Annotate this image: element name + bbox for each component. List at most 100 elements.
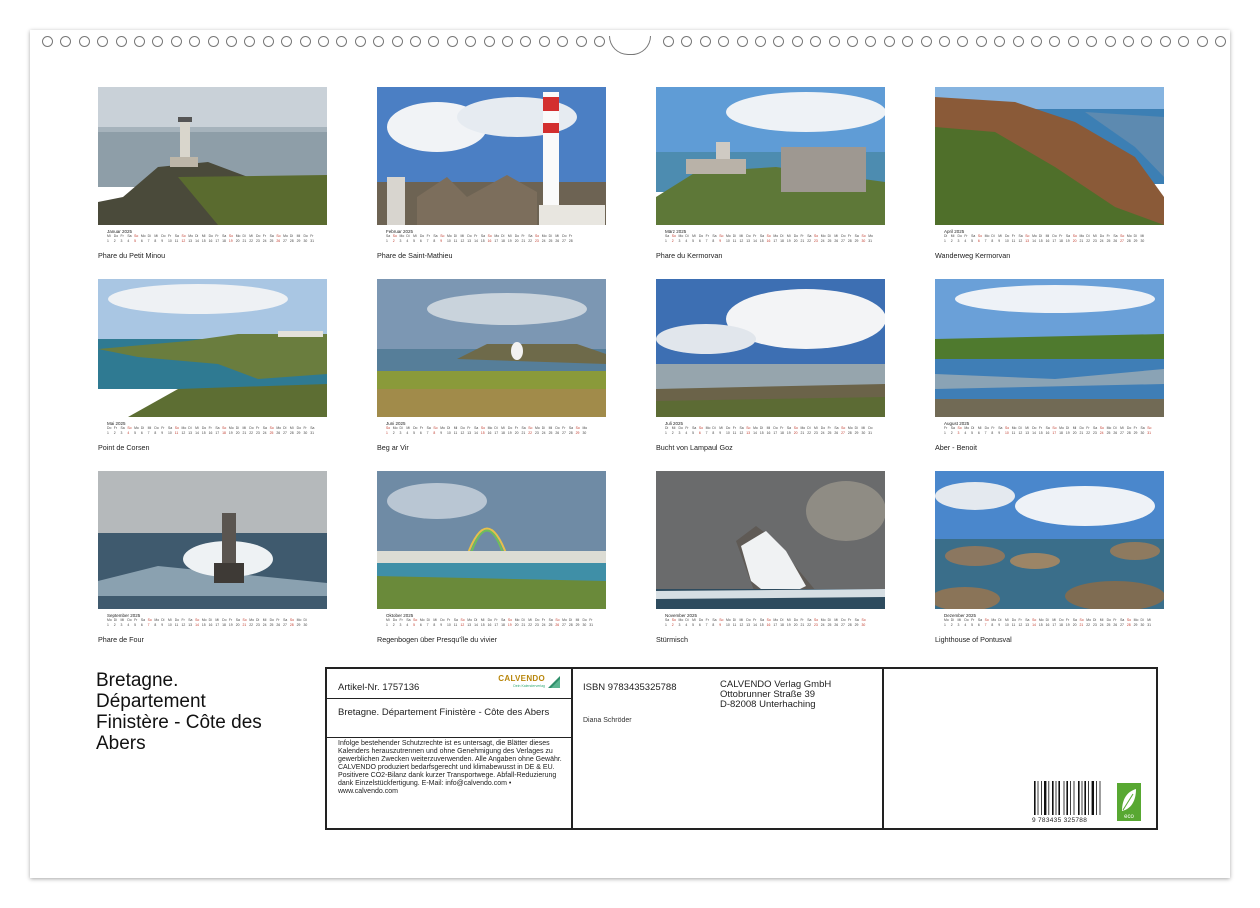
day-number: 26	[834, 239, 839, 243]
weekday-abbr: Mi	[575, 618, 580, 622]
day-number: 10	[725, 623, 730, 627]
weekday-abbr: Sa	[235, 618, 240, 622]
binding-hole	[354, 36, 366, 47]
weekday-abbr: Do	[1099, 234, 1105, 238]
weekday-abbr: Mo	[991, 618, 997, 622]
day-number: 29	[854, 623, 859, 627]
weekday-abbr: So	[746, 426, 751, 430]
day-number: 28	[1126, 431, 1131, 435]
weekday-abbr: Sa	[386, 234, 391, 238]
weekday-row: Di Mi Do Fr Sa So Mo Di Mi Do Fr Sa So Mo Di Mi Do Fr Sa So…	[944, 234, 1154, 238]
day-number: 8	[712, 623, 715, 627]
day-number: 25	[1106, 623, 1111, 627]
weekday-abbr: Mo	[1133, 618, 1139, 622]
weekday-abbr: Di	[1140, 618, 1144, 622]
weekday-abbr: So	[1147, 426, 1152, 430]
day-number: 7	[426, 431, 429, 435]
weekday-abbr: Sa	[167, 426, 173, 430]
day-number: 2	[113, 623, 116, 627]
day-number: 2	[671, 431, 674, 435]
weekday-abbr: Mo	[467, 618, 472, 622]
day-number: 13	[746, 623, 751, 627]
weekday-abbr: Do	[107, 426, 112, 430]
day-number: 8	[991, 239, 994, 243]
weekday-abbr: Fr	[208, 426, 212, 430]
day-number: 30	[582, 431, 587, 435]
binding-holes	[30, 36, 1230, 55]
weekday-abbr: So	[766, 234, 771, 238]
day-number: 3	[957, 623, 960, 627]
day-number: 9	[719, 431, 722, 435]
binding-hole	[957, 36, 969, 47]
weekday-abbr: Mo	[535, 426, 540, 430]
weekday-abbr: Do	[208, 234, 213, 238]
day-number: 27	[562, 623, 566, 627]
weekday-abbr: Fr	[1065, 618, 1070, 622]
day-number: 28	[1126, 239, 1131, 243]
weekday-abbr: Sa	[807, 234, 812, 238]
day-number: 14	[753, 431, 757, 435]
day-number: 10	[167, 623, 172, 627]
day-number: 29	[296, 431, 301, 435]
weekday-abbr: Fr	[161, 426, 165, 430]
weekday-abbr: Sa	[140, 618, 146, 622]
day-number: 6	[698, 623, 701, 627]
binding-hole	[465, 36, 477, 47]
weekday-abbr: Sa	[712, 234, 717, 238]
day-number: 11	[732, 431, 737, 435]
day-number: 20	[514, 431, 519, 435]
day-number: 9	[998, 239, 1001, 243]
day-number: 29	[854, 431, 859, 435]
binding-hole	[410, 36, 421, 47]
weekday-abbr: Mo	[181, 426, 187, 430]
weekday-abbr: Sa	[1065, 234, 1071, 238]
day-number: 6	[698, 239, 701, 243]
day-number: 7	[426, 623, 429, 627]
weekday-abbr: Mo	[188, 234, 193, 238]
weekday-abbr: Mi	[834, 234, 838, 238]
day-number-row: 1 2 3 4 5 6 7 8 9 10 11 12 13 14 15 16 17 18 19 20 21 22 23 24 2…	[665, 239, 875, 243]
day-number: 20	[514, 239, 519, 243]
weekday-abbr: Sa	[854, 234, 859, 238]
photo-caption: Stürmisch	[656, 635, 688, 644]
day-number: 1	[107, 431, 109, 435]
day-number: 8	[154, 623, 157, 627]
weekday-abbr: Mo	[228, 426, 234, 430]
day-number: 30	[861, 431, 866, 435]
weekday-abbr: Fr	[215, 234, 219, 238]
day-number: 16	[1045, 623, 1050, 627]
weekday-abbr: Di	[1038, 234, 1043, 238]
binding-hole	[244, 36, 256, 47]
day-number: 28	[568, 239, 573, 243]
day-number: 15	[480, 239, 485, 243]
day-number: 3	[678, 239, 681, 243]
weekday-abbr: Do	[773, 426, 778, 430]
weekday-abbr: So	[480, 426, 485, 430]
day-number: 13	[188, 431, 193, 435]
weekday-abbr: Do	[964, 618, 969, 622]
month-photo	[98, 279, 327, 417]
day-number: 1	[665, 431, 667, 435]
day-number-row: 1 2 3 4 5 6 7 8 9 10 11 12 13 14 15 16 17 18 19 20 21 22 23 24 2…	[944, 431, 1154, 435]
binding-hole	[847, 36, 858, 47]
day-number: 17	[494, 239, 499, 243]
day-number: 24	[262, 431, 267, 435]
day-number: 4	[964, 431, 967, 435]
binding-hole	[755, 36, 766, 47]
binding-hole	[975, 36, 987, 47]
weekday-abbr: Sa	[1045, 426, 1050, 430]
weekday-abbr: Mi	[262, 618, 267, 622]
weekday-abbr: Do	[161, 234, 166, 238]
day-number: 17	[1052, 623, 1057, 627]
weekday-abbr: Sa	[950, 426, 955, 430]
weekday-abbr: Sa	[759, 234, 764, 238]
day-number: 18	[501, 239, 505, 243]
day-number: 10	[725, 239, 730, 243]
weekday-abbr: Sa	[283, 618, 288, 622]
weekday-abbr: Di	[426, 618, 430, 622]
weekday-abbr: Mi	[147, 426, 152, 430]
day-number: 19	[1065, 239, 1070, 243]
weekday-abbr: Mi	[998, 234, 1002, 238]
day-number: 7	[147, 623, 150, 627]
day-number: 28	[847, 623, 852, 627]
